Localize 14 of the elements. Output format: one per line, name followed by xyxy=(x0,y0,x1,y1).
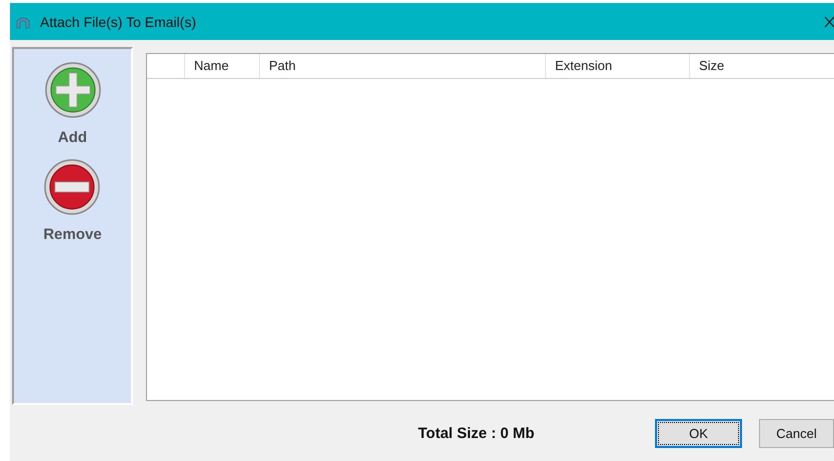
sidebar-label[interactable]: Remove xyxy=(43,226,102,243)
column-header[interactable]: Path xyxy=(260,54,546,78)
window-title: Attach File(s) To Email(s) xyxy=(40,14,198,30)
column-header[interactable]: Name xyxy=(185,54,260,78)
total-size-label: Total Size : 0 Mb xyxy=(418,424,536,442)
ok-button[interactable]: OK xyxy=(655,418,742,448)
sidebar-label[interactable]: Add xyxy=(58,129,88,146)
add-icon[interactable] xyxy=(44,61,102,119)
close-icon[interactable] xyxy=(824,16,834,28)
column-header[interactable]: Size xyxy=(690,54,834,78)
app-icon xyxy=(16,14,30,28)
remove-icon[interactable] xyxy=(43,158,102,216)
column-header[interactable]: Extension xyxy=(546,54,690,78)
cancel-button[interactable]: Cancel xyxy=(759,418,834,448)
